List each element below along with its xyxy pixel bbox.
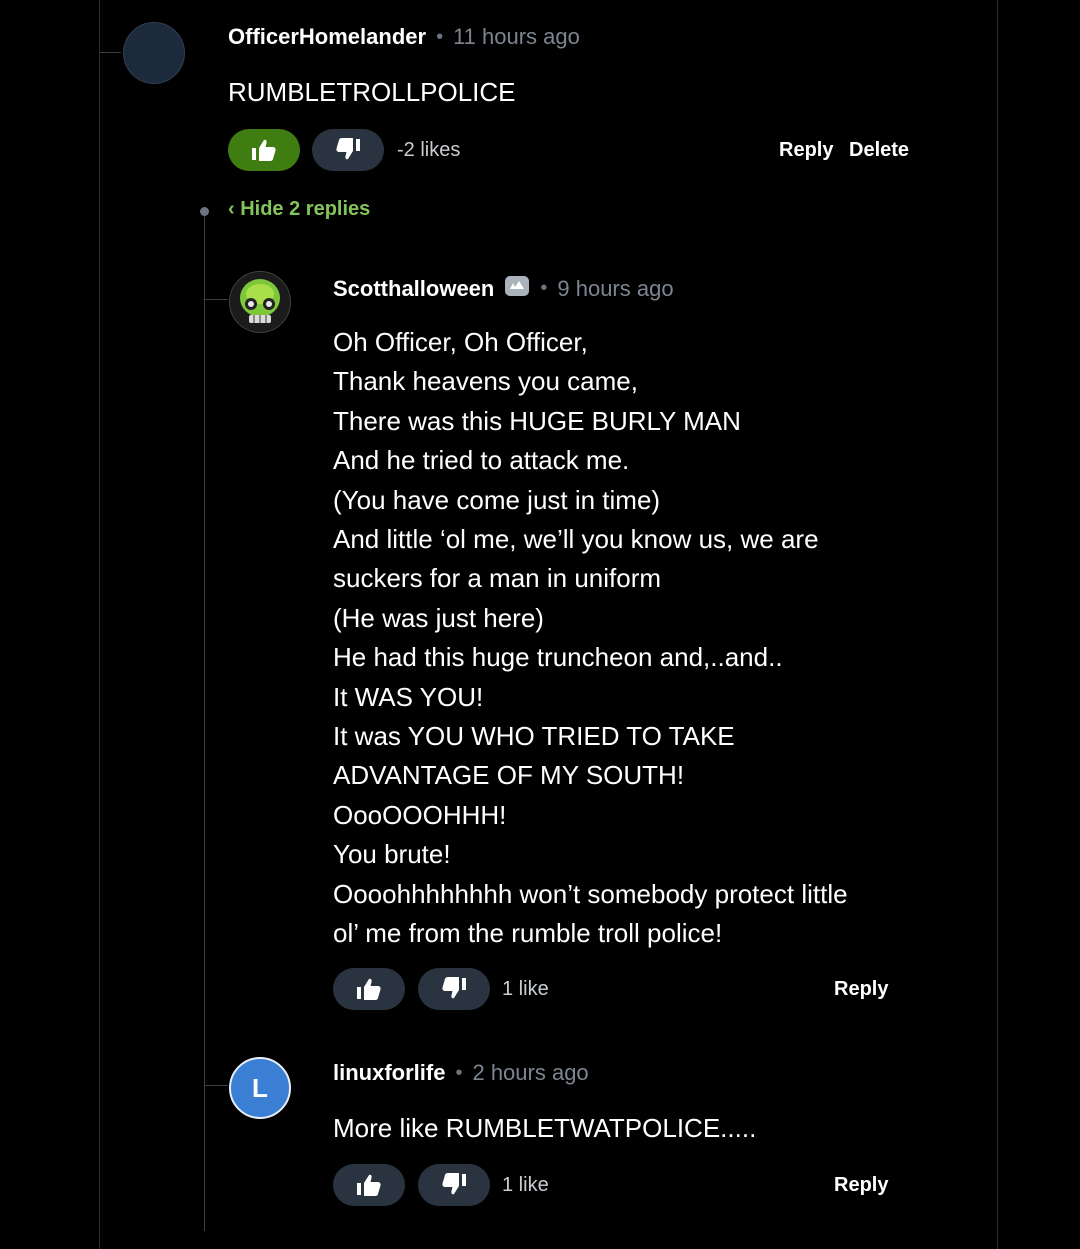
upvote-button[interactable] bbox=[333, 968, 405, 1010]
comment-line: Oooohhhhhhhh won’t somebody protect litt… bbox=[333, 878, 848, 909]
delete-button[interactable]: Delete bbox=[849, 139, 909, 162]
thumbs-down-icon bbox=[442, 977, 466, 999]
thumbs-down-icon bbox=[442, 1173, 466, 1195]
skull-avatar-icon bbox=[230, 272, 290, 332]
username[interactable]: OfficerHomelander bbox=[228, 24, 426, 50]
comment-header: linuxforlife • 2 hours ago bbox=[333, 1060, 589, 1086]
comment-line: suckers for a man in uniform bbox=[333, 563, 662, 594]
separator-dot: • bbox=[540, 277, 548, 299]
username[interactable]: Scotthalloween bbox=[333, 276, 494, 302]
comment-body: More like RUMBLETWATPOLICE..... bbox=[333, 1109, 756, 1148]
right-frame-border bbox=[997, 0, 998, 1249]
downvote-button[interactable] bbox=[312, 129, 384, 171]
comment-line: (You have come just in time) bbox=[333, 484, 661, 515]
comment-header: OfficerHomelander • 11 hours ago bbox=[228, 24, 580, 50]
upvote-button[interactable] bbox=[228, 129, 300, 171]
comment-line: There was this HUGE BURLY MAN bbox=[333, 405, 741, 436]
thumbs-up-icon bbox=[357, 978, 381, 1000]
comment-line: You brute! bbox=[333, 839, 451, 870]
hide-replies-toggle[interactable]: ‹ Hide 2 replies bbox=[228, 198, 370, 221]
reply-thread-line bbox=[204, 216, 205, 1231]
comment-line: ADVANTAGE OF MY SOUTH! bbox=[333, 760, 685, 791]
reply-connector bbox=[204, 1085, 228, 1086]
thread-connector bbox=[99, 52, 121, 53]
avatar[interactable]: L bbox=[229, 1057, 291, 1119]
reply-connector bbox=[204, 299, 228, 300]
like-count: 1 like bbox=[502, 1174, 549, 1196]
comment-line: RUMBLETROLLPOLICE bbox=[228, 77, 516, 107]
avatar[interactable] bbox=[229, 271, 291, 333]
comment-line: And he tried to attack me. bbox=[333, 445, 630, 476]
comment-line: It was YOU WHO TRIED TO TAKE bbox=[333, 721, 735, 752]
reply-button[interactable]: Reply bbox=[779, 139, 833, 162]
avatar-letter: L bbox=[252, 1072, 268, 1103]
downvote-button[interactable] bbox=[418, 1164, 490, 1206]
thumbs-up-icon bbox=[357, 1174, 381, 1196]
comment-line: Oh Officer, Oh Officer, bbox=[333, 327, 588, 357]
separator-dot: • bbox=[455, 1061, 463, 1084]
avatar[interactable] bbox=[123, 22, 185, 84]
comment-body: Oh Officer, Oh Officer, Thank heavens yo… bbox=[333, 323, 933, 954]
comment-line: Thank heavens you came, bbox=[333, 366, 638, 397]
comment-line: He had this huge truncheon and,..and.. bbox=[333, 642, 783, 673]
username[interactable]: linuxforlife bbox=[333, 1060, 445, 1086]
timestamp: 11 hours ago bbox=[453, 24, 580, 49]
timestamp: 2 hours ago bbox=[472, 1060, 589, 1085]
thumbs-up-icon bbox=[252, 139, 276, 161]
comment-body: RUMBLETROLLPOLICE bbox=[228, 73, 516, 112]
like-count: -2 likes bbox=[397, 139, 461, 161]
thumbs-down-icon bbox=[336, 138, 360, 160]
comment-line: More like RUMBLETWATPOLICE..... bbox=[333, 1113, 757, 1143]
comment-line: OooOOOHHH! bbox=[333, 799, 507, 830]
like-count: 1 like bbox=[502, 978, 549, 1000]
verified-badge-icon bbox=[504, 274, 530, 303]
comment-line: ol’ me from the rumble troll police! bbox=[333, 918, 723, 949]
reply-button[interactable]: Reply bbox=[834, 1174, 888, 1197]
reply-button[interactable]: Reply bbox=[834, 978, 888, 1001]
comment-line: And little ‘ol me, we’ll you know us, we… bbox=[333, 524, 819, 555]
thread-bullet bbox=[200, 207, 209, 216]
separator-dot: • bbox=[436, 25, 444, 48]
comment-line: It WAS YOU! bbox=[333, 681, 484, 712]
downvote-button[interactable] bbox=[418, 968, 490, 1010]
comment-header: Scotthalloween • 9 hours ago bbox=[333, 274, 674, 303]
left-frame-border bbox=[99, 0, 100, 1249]
comment-line: (He was just here) bbox=[333, 602, 544, 633]
upvote-button[interactable] bbox=[333, 1164, 405, 1206]
timestamp: 9 hours ago bbox=[557, 275, 674, 301]
